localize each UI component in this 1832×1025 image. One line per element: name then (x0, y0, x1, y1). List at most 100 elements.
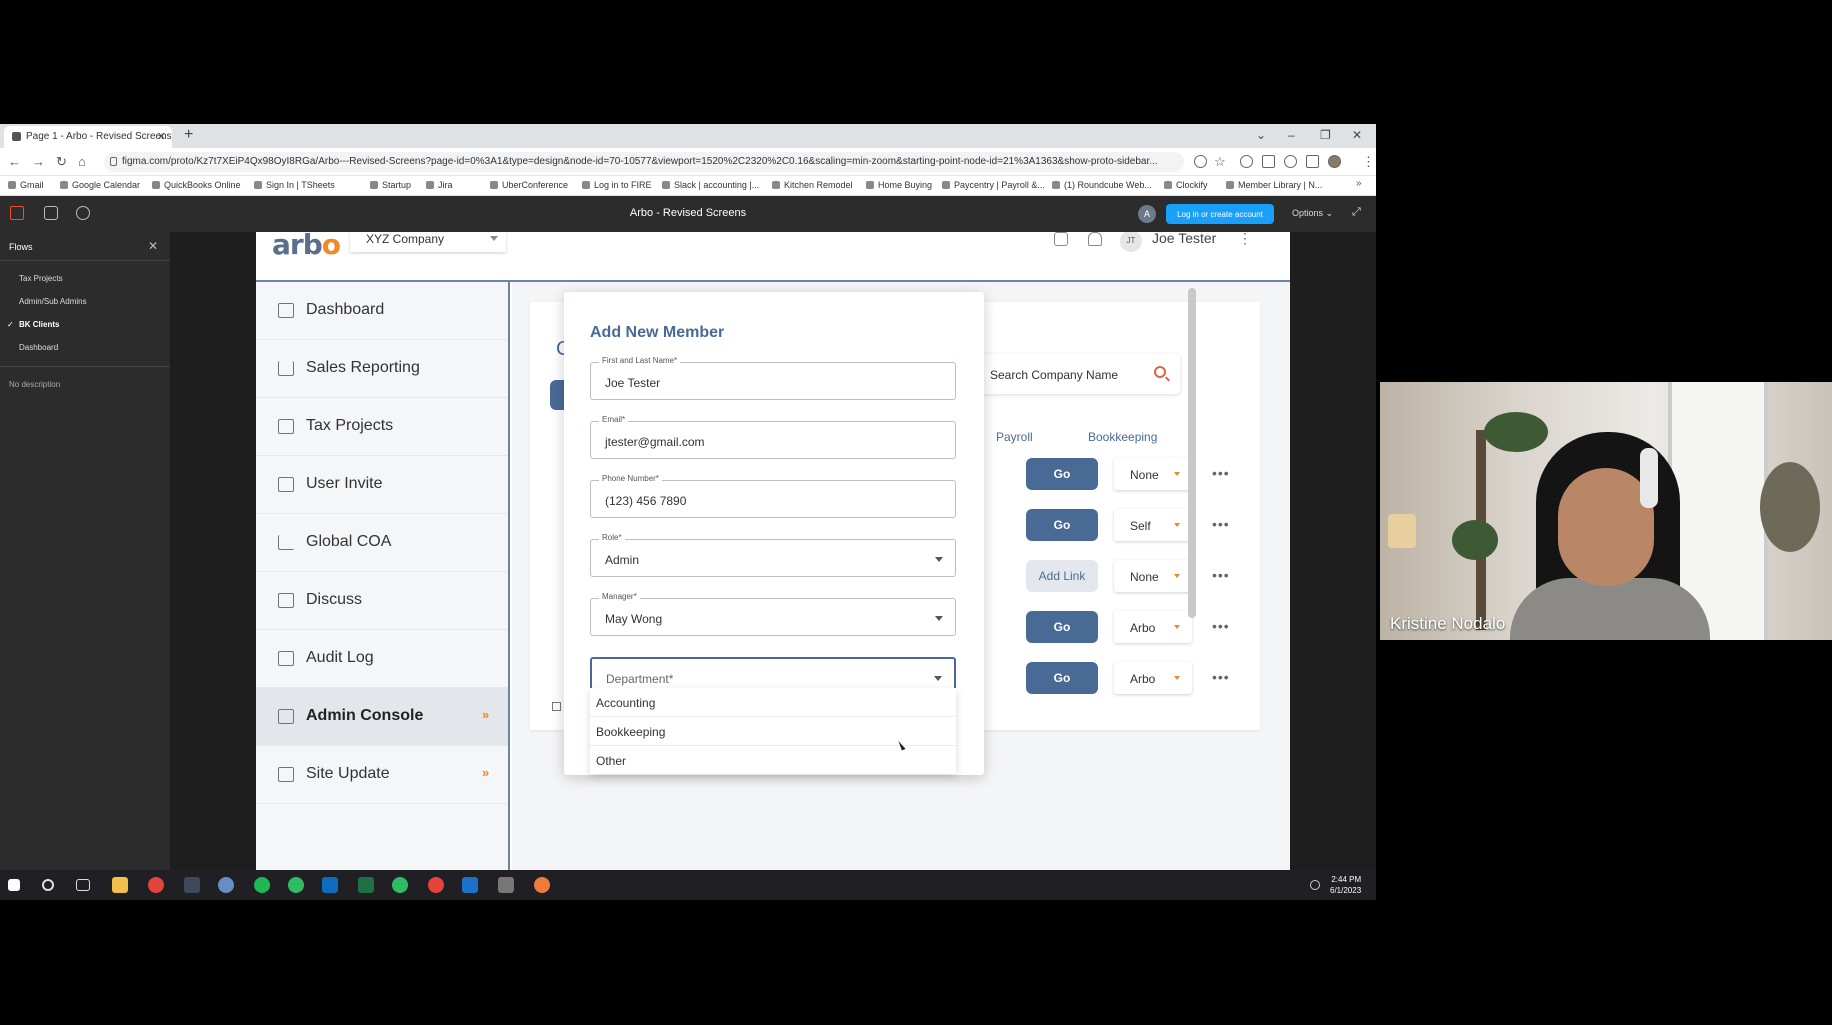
new-tab-icon[interactable]: + (184, 126, 193, 144)
puzzle-icon[interactable] (1284, 155, 1297, 168)
app-icon[interactable] (218, 877, 234, 893)
go-button[interactable]: Go (1026, 611, 1098, 643)
browser-tab[interactable]: Page 1 - Arbo - Revised Screens ✕ (4, 126, 172, 148)
email-field[interactable]: Email* jtester@gmail.com (590, 415, 956, 459)
bookmark-item[interactable]: Google Calendar (60, 180, 140, 190)
sidebar-item-audit-log[interactable]: Audit Log (256, 630, 508, 688)
flow-item[interactable]: Admin/Sub Admins (19, 297, 87, 306)
extension-icon[interactable] (1240, 155, 1253, 168)
options-menu[interactable]: Options ⌄ (1292, 208, 1333, 219)
fullscreen-icon[interactable]: ⤢ (1352, 206, 1361, 219)
bookmark-item[interactable]: UberConference (490, 180, 568, 190)
url-input[interactable]: figma.com/proto/Kz7t7XEiP4Qx98OyI8RGa/Ar… (104, 152, 1184, 172)
bookkeeping-select[interactable]: None (1114, 458, 1192, 490)
extension-icon[interactable] (1262, 155, 1275, 168)
app-icon[interactable] (498, 877, 514, 893)
search-input[interactable]: Search Company Name (974, 354, 1180, 394)
reload-icon[interactable]: ↻ (56, 154, 67, 170)
bookkeeping-select[interactable]: Self (1114, 509, 1192, 541)
back-icon[interactable]: ← (8, 154, 21, 169)
phone-field[interactable]: Phone Number* (123) 456 7890 (590, 474, 956, 518)
windows-start-icon[interactable] (8, 879, 20, 891)
app-icon[interactable] (288, 877, 304, 893)
company-select[interactable]: XYZ Company (350, 232, 506, 252)
add-link-button[interactable]: Add Link (1026, 560, 1098, 592)
bookmark-item[interactable]: Clockify (1164, 180, 1208, 190)
flow-item-active[interactable]: BK Clients (19, 320, 59, 329)
bookmark-item[interactable]: Paycentry | Payroll &... (942, 180, 1045, 190)
spotify-icon[interactable] (254, 877, 270, 893)
scrollbar[interactable] (1188, 288, 1196, 618)
app-icon[interactable] (184, 877, 200, 893)
sidebar-item-dashboard[interactable]: Dashboard (256, 282, 508, 340)
bookmark-item[interactable]: Startup (370, 180, 411, 190)
bell-icon[interactable] (1088, 232, 1102, 246)
bookmark-item[interactable]: Slack | accounting |... (662, 180, 759, 190)
sidebar-item-discuss[interactable]: Discuss (256, 572, 508, 630)
tab-search-icon[interactable]: ⌄ (1256, 128, 1266, 142)
browser-menu-icon[interactable]: ⋮ (1362, 154, 1375, 170)
more-options-icon[interactable]: ••• (1212, 669, 1230, 685)
sidebar-item-sales-reporting[interactable]: Sales Reporting (256, 340, 508, 398)
calendar-icon[interactable] (1054, 232, 1068, 246)
bookmark-star-icon[interactable]: ☆ (1214, 154, 1226, 170)
bookmark-item[interactable]: Gmail (8, 180, 44, 190)
avatar[interactable]: JT (1120, 232, 1142, 252)
profile-avatar-icon[interactable] (1328, 155, 1341, 168)
close-tab-icon[interactable]: ✕ (157, 130, 166, 143)
tab-pill[interactable] (550, 380, 564, 410)
more-options-icon[interactable]: ••• (1212, 465, 1230, 481)
more-options-icon[interactable]: ••• (1212, 516, 1230, 532)
sidebar-item-user-invite[interactable]: User Invite (256, 456, 508, 514)
task-view-icon[interactable] (76, 879, 90, 891)
more-options-icon[interactable]: ••• (1212, 618, 1230, 634)
bookmark-item[interactable]: Home Buying (866, 180, 932, 190)
bookkeeping-select[interactable]: Arbo (1114, 611, 1192, 643)
file-explorer-icon[interactable] (112, 877, 128, 893)
bookmark-item[interactable]: Sign In | TSheets (254, 180, 335, 190)
close-icon[interactable]: ✕ (148, 239, 158, 253)
bookmarks-overflow-icon[interactable]: » (1356, 178, 1362, 189)
system-clock[interactable]: 2:44 PM 6/1/2023 (1330, 874, 1361, 896)
bookkeeping-select[interactable]: Arbo (1114, 662, 1192, 694)
sidebar-item-global-coa[interactable]: Global COA (256, 514, 508, 572)
share-icon[interactable] (1194, 155, 1207, 168)
bookmark-item[interactable]: Kitchen Remodel (772, 180, 853, 190)
chrome-icon[interactable] (428, 877, 444, 893)
flow-item[interactable]: Dashboard (19, 343, 58, 352)
manager-select[interactable]: Manager* May Wong (590, 592, 956, 636)
role-select[interactable]: Role* Admin (590, 533, 956, 577)
sidebar-item-tax-projects[interactable]: Tax Projects (256, 398, 508, 456)
dropdown-option-accounting[interactable]: Accounting (590, 688, 956, 717)
kebab-menu-icon[interactable]: ⋮ (1238, 232, 1252, 247)
bookmark-item[interactable]: QuickBooks Online (152, 180, 241, 190)
close-window-icon[interactable]: ✕ (1352, 128, 1362, 142)
bookmark-item[interactable]: Member Library | N... (1226, 180, 1322, 190)
minimize-icon[interactable]: – (1288, 128, 1295, 142)
bookmark-item[interactable]: Log in to FIRE (582, 180, 652, 190)
bookmark-item[interactable]: (1) Roundcube Web... (1052, 180, 1152, 190)
checkbox[interactable] (552, 702, 561, 711)
outlook-icon[interactable] (322, 877, 338, 893)
figma-app-icon[interactable] (534, 877, 550, 893)
excel-icon[interactable] (358, 877, 374, 893)
search-icon[interactable] (1154, 366, 1166, 378)
bookmark-item[interactable]: Jira (426, 180, 453, 190)
pen-icon[interactable] (1310, 880, 1320, 890)
avatar[interactable]: A (1138, 205, 1156, 223)
user-name[interactable]: Joe Tester (1152, 232, 1216, 246)
name-field[interactable]: First and Last Name* Joe Tester (590, 356, 956, 400)
sidebar-item-admin-console[interactable]: Admin Console » (256, 688, 508, 746)
sidepanel-icon[interactable] (1306, 155, 1319, 168)
chrome-icon[interactable] (148, 877, 164, 893)
maximize-icon[interactable]: ❐ (1320, 128, 1331, 142)
more-options-icon[interactable]: ••• (1212, 567, 1230, 583)
search-icon[interactable] (42, 879, 54, 891)
go-button[interactable]: Go (1026, 662, 1098, 694)
forward-icon[interactable]: → (32, 154, 45, 169)
go-button[interactable]: Go (1026, 509, 1098, 541)
app-icon[interactable] (392, 877, 408, 893)
home-icon[interactable]: ⌂ (78, 154, 86, 169)
sidebar-item-site-update[interactable]: Site Update » (256, 746, 508, 804)
flow-item[interactable]: Tax Projects (19, 274, 63, 283)
